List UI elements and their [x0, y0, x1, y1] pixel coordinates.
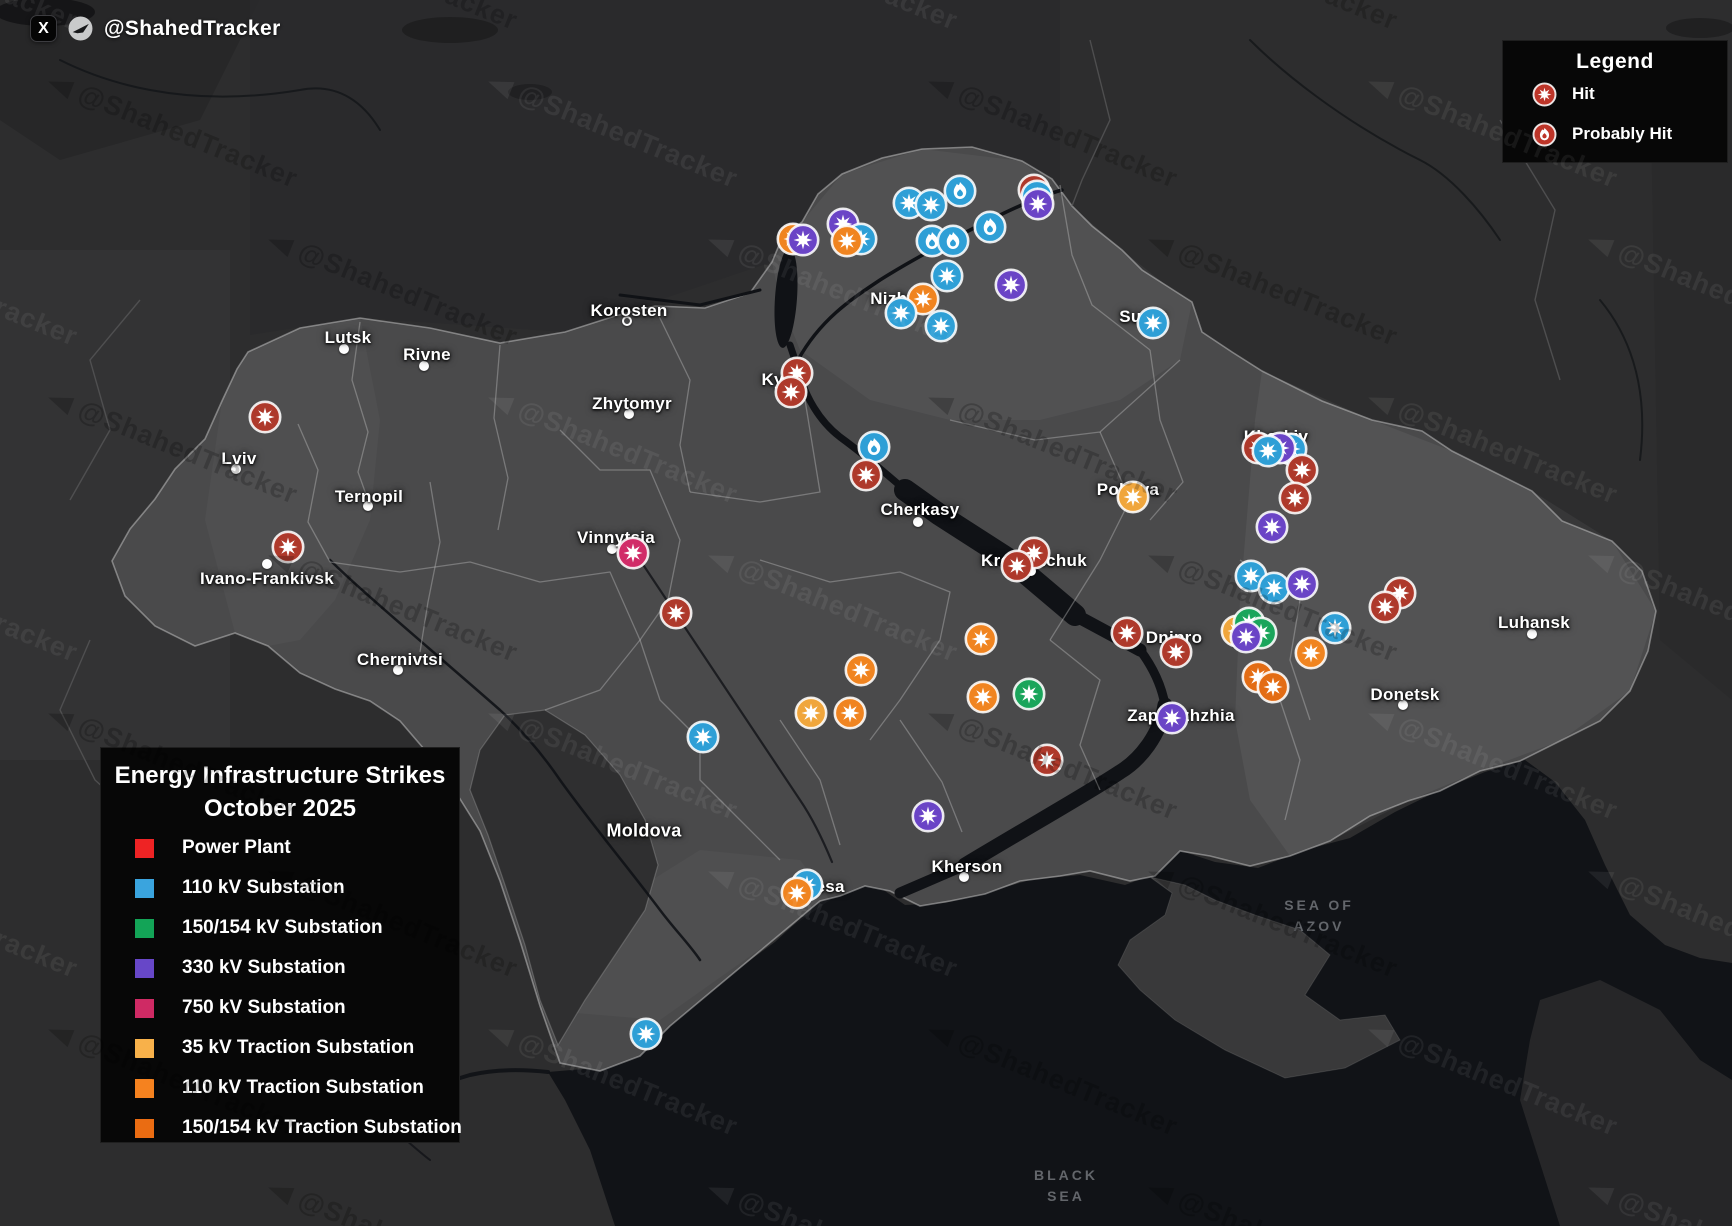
marker-s330-hit: [992, 266, 1030, 304]
marker-s750-hit: [614, 534, 652, 572]
star-icon: [1529, 79, 1560, 110]
key-item-s750: 750 kV Substation: [101, 988, 459, 1028]
account-handle[interactable]: @ShahedTracker: [104, 17, 281, 41]
marker-power-hit: [998, 547, 1036, 585]
marker-power-hit: [269, 528, 307, 566]
marker-t35-hit: [792, 694, 830, 732]
key-item-s330: 330 kV Substation: [101, 948, 459, 988]
legend-item-star: Hit: [1503, 74, 1727, 114]
x-logo-icon[interactable]: X: [30, 15, 57, 42]
marker-s110-probably-hit: [934, 222, 972, 260]
marker-power-hit: [772, 373, 810, 411]
color-swatch: [135, 878, 154, 898]
color-swatch: [135, 1078, 154, 1098]
marker-power-hit: [847, 456, 885, 494]
marker-t110-hit: [828, 222, 866, 260]
key-item-t35: 35 kV Traction Substation: [101, 1028, 459, 1068]
legend-title: Legend: [1576, 50, 1654, 73]
marker-t110-hit: [964, 678, 1002, 716]
key-item-label: 150/154 kV Substation: [182, 917, 383, 938]
marker-s110-hit: [1249, 432, 1287, 470]
legend-items: Hit Probably Hit: [1503, 74, 1727, 154]
key-items: Power Plant 110 kV Substation 150/154 kV…: [101, 828, 462, 1148]
marker-t110-hit: [1292, 634, 1330, 672]
legend-item-label: Probably Hit: [1572, 124, 1673, 143]
marker-s150-hit: [1010, 675, 1048, 713]
marker-power-hit: [1157, 633, 1195, 671]
marker-s110-hit: [882, 294, 920, 332]
marker-s330-hit: [1253, 508, 1291, 546]
marker-s330-hit: [1153, 699, 1191, 737]
key-title-line2: October 2025: [203, 795, 357, 822]
marker-t110-hit: [778, 874, 816, 912]
marker-s330-hit: [1019, 185, 1057, 223]
marker-s330-hit: [909, 797, 947, 835]
marker-s110-hit: [1134, 304, 1172, 342]
marker-s110-probably-hit: [971, 208, 1009, 246]
key-item-s110: 110 kV Substation: [101, 868, 459, 908]
key-item-power: Power Plant: [101, 828, 459, 868]
key-item-s150: 150/154 kV Substation: [101, 908, 459, 948]
color-swatch: [135, 1118, 154, 1138]
key-item-label: 750 kV Substation: [182, 997, 346, 1018]
key-item-label: 110 kV Substation: [182, 877, 345, 898]
marker-t110-hit: [962, 620, 1000, 658]
marker-s330-hit: [1283, 565, 1321, 603]
color-swatch: [135, 918, 154, 938]
key-item-label: 330 kV Substation: [182, 957, 346, 978]
key-item-label: 150/154 kV Traction Substation: [182, 1117, 462, 1138]
key-item-label: Power Plant: [182, 837, 291, 858]
marker-power-hit: [1108, 614, 1146, 652]
marker-power-hit: [657, 594, 695, 632]
drone-logo-icon: [68, 16, 93, 41]
marker-s110-probably-hit: [941, 172, 979, 210]
marker-t110-hit: [831, 694, 869, 732]
flame-icon: [1529, 119, 1560, 150]
marker-power-hit: [1366, 588, 1404, 626]
map-canvas: Lutsk Rivne Korosten Zhytomyr Lviv Ternopil Iv…: [0, 0, 1732, 1226]
legend-item-label: Hit: [1572, 84, 1595, 103]
marker-s110-hit: [922, 307, 960, 345]
marker-t35-hit: [1114, 478, 1152, 516]
header: X @ShahedTracker: [30, 15, 281, 42]
key-title-line1: Energy Infrastructure Strikes: [114, 762, 446, 789]
key-item-t150: 150/154 kV Traction Substation: [101, 1108, 462, 1148]
marker-s110-hit: [684, 718, 722, 756]
key-item-label: 110 kV Traction Substation: [182, 1077, 424, 1098]
color-swatch: [135, 1038, 154, 1058]
key-item-label: 35 kV Traction Substation: [182, 1037, 415, 1058]
marker-power-hit: [246, 398, 284, 436]
key-panel: Energy Infrastructure Strikes October 20…: [100, 747, 462, 1143]
marker-power-hit: [1028, 741, 1066, 779]
marker-t150-hit: [1254, 668, 1292, 706]
legend-item-flame: Probably Hit: [1503, 114, 1727, 154]
color-swatch: [135, 958, 154, 978]
key-item-t110: 110 kV Traction Substation: [101, 1068, 459, 1108]
marker-s330-hit: [1227, 618, 1265, 656]
marker-t110-hit: [842, 651, 880, 689]
legend-panel: Legend Hit Probably Hit: [1502, 40, 1728, 163]
color-swatch: [135, 998, 154, 1018]
marker-s330-hit: [784, 221, 822, 259]
marker-s110-hit: [627, 1015, 665, 1053]
color-swatch: [135, 838, 154, 858]
